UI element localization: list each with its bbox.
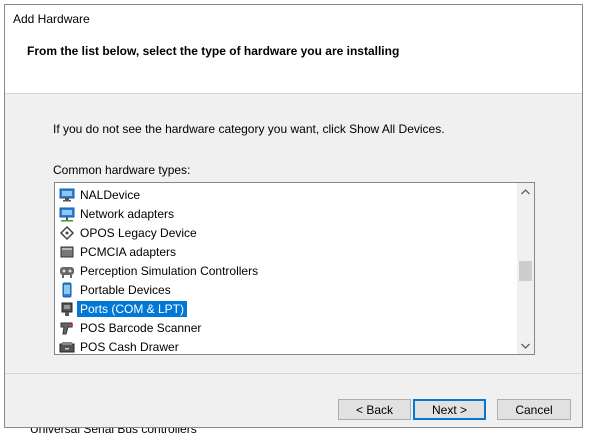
list-item[interactable]: Portable Devices [59, 280, 174, 299]
controller-icon [59, 263, 75, 279]
footer-divider [5, 373, 582, 374]
barcode-scanner-icon [59, 320, 75, 336]
dialog-title: Add Hardware [13, 12, 90, 26]
port-connector-icon [59, 301, 75, 317]
cash-drawer-icon [59, 339, 75, 355]
back-button[interactable]: < Back [338, 399, 411, 420]
list-item-label: NALDevice [80, 187, 141, 202]
opos-device-icon [59, 225, 75, 241]
dialog-header: Add Hardware From the list below, select… [5, 5, 582, 94]
scroll-thumb[interactable] [519, 261, 532, 281]
list-item[interactable]: PCMCIA adapters [59, 242, 179, 261]
scroll-up-arrow-icon[interactable] [517, 183, 534, 200]
list-item-label: Network adapters [80, 206, 175, 221]
cancel-button[interactable]: Cancel [497, 399, 571, 420]
monitor-icon [59, 187, 75, 203]
dialog-subtitle: From the list below, select the type of … [27, 44, 400, 58]
list-item-label: Ports (COM & LPT) [77, 300, 188, 317]
instruction-text: If you do not see the hardware category … [53, 122, 445, 136]
list-item-label: POS Barcode Scanner [80, 320, 202, 335]
list-item[interactable]: POS Barcode Scanner [59, 318, 204, 337]
pcmcia-card-icon [59, 244, 75, 260]
hardware-types-label: Common hardware types: [53, 163, 191, 177]
next-button[interactable]: Next > [413, 399, 486, 420]
scroll-down-arrow-icon[interactable] [517, 337, 534, 354]
list-item[interactable]: Network adapters [59, 204, 177, 223]
list-item[interactable]: POS Cash Drawer [59, 337, 182, 355]
list-item-label: PCMCIA adapters [80, 244, 177, 259]
list-item-label: OPOS Legacy Device [80, 225, 197, 240]
list-scrollbar[interactable] [517, 183, 534, 354]
list-item[interactable]: NALDevice [59, 185, 143, 204]
list-item-label: POS Cash Drawer [80, 339, 179, 354]
hardware-types-listbox[interactable]: NALDevice Network adapters OPOS Legacy D… [54, 182, 535, 355]
list-item-label: Portable Devices [80, 282, 171, 297]
portable-device-icon [59, 282, 75, 298]
list-item-label: Perception Simulation Controllers [80, 263, 259, 278]
list-item[interactable]: OPOS Legacy Device [59, 223, 200, 242]
list-item[interactable]: Ports (COM & LPT) [59, 299, 188, 318]
add-hardware-dialog: Add Hardware From the list below, select… [4, 4, 583, 428]
list-item[interactable]: Perception Simulation Controllers [59, 261, 261, 280]
network-adapter-icon [59, 206, 75, 222]
